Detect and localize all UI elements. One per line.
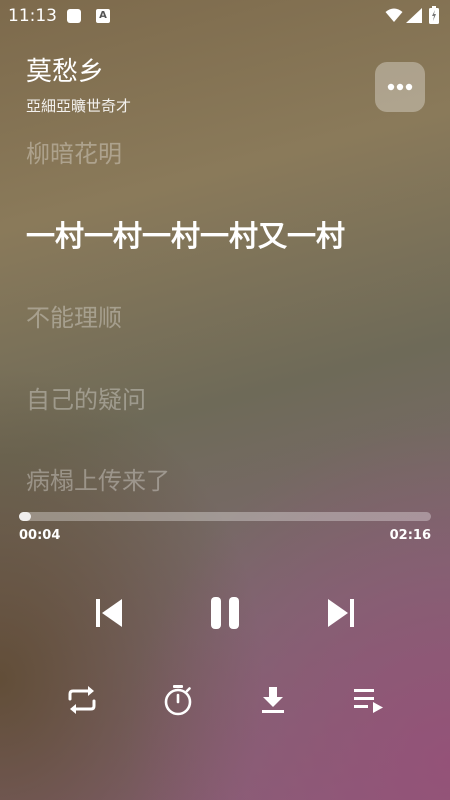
lyric-line-active[interactable]: 一村一村一村一村又一村	[26, 218, 345, 254]
song-artist: 亞細亞曠世奇才	[26, 97, 132, 115]
battery-icon	[429, 6, 439, 24]
playlist-button[interactable]	[349, 680, 389, 720]
timer-icon	[164, 685, 192, 716]
wifi-icon	[385, 8, 403, 22]
lyric-line[interactable]: 自己的疑问	[26, 385, 146, 415]
signal-icon	[406, 8, 422, 23]
lyric-line[interactable]: 不能理顺	[26, 303, 122, 333]
status-time: 11:13	[8, 6, 57, 26]
current-time: 00:04	[19, 528, 61, 543]
progress-fill	[19, 512, 32, 521]
download-button[interactable]	[253, 680, 293, 720]
previous-icon	[96, 599, 122, 627]
more-dots-icon	[387, 83, 413, 91]
song-title: 莫愁乡	[26, 57, 105, 87]
lyric-line[interactable]: 病榻上传来了	[26, 466, 170, 496]
more-options-button[interactable]	[375, 62, 425, 112]
playlist-icon	[354, 689, 383, 713]
pause-icon	[211, 597, 239, 629]
notification-square-icon	[67, 9, 81, 23]
repeat-button[interactable]	[62, 680, 102, 720]
total-time: 02:16	[389, 528, 431, 543]
next-icon	[328, 599, 354, 627]
progress-bar[interactable]	[19, 512, 431, 521]
timer-button[interactable]	[158, 680, 198, 720]
a-badge-icon: A	[96, 9, 110, 23]
previous-button[interactable]	[86, 590, 132, 636]
status-bar: 11:13 A	[0, 0, 450, 32]
download-icon	[262, 687, 284, 713]
pause-button[interactable]	[201, 590, 249, 636]
repeat-icon	[68, 686, 96, 714]
next-button[interactable]	[318, 590, 364, 636]
lyric-line[interactable]: 柳暗花明	[26, 139, 122, 169]
